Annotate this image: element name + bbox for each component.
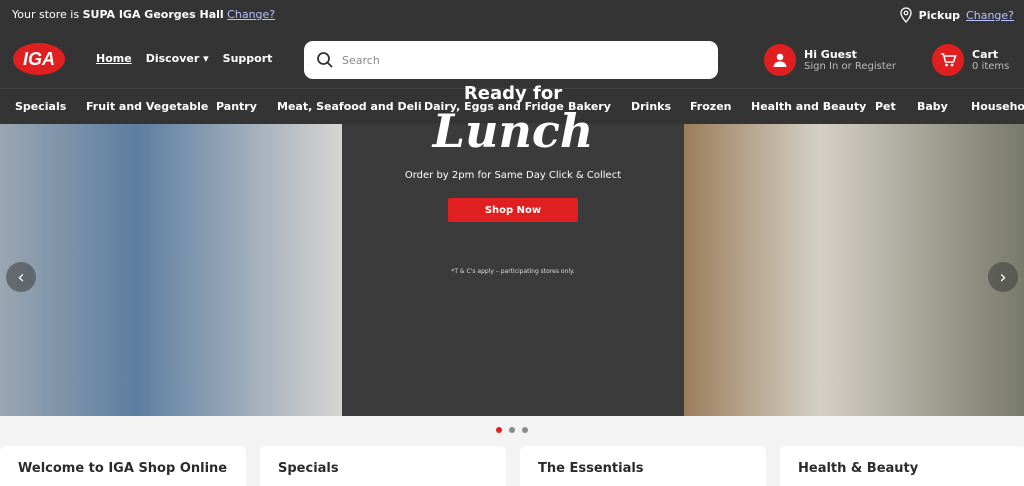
search-bar xyxy=(304,41,718,79)
nav-support[interactable]: Support xyxy=(223,52,273,65)
change-store-link[interactable]: Change? xyxy=(227,8,275,21)
chevron-down-icon: ▾ xyxy=(203,52,209,65)
shop-now-button[interactable]: Shop Now xyxy=(448,198,578,222)
carousel-dot-3[interactable] xyxy=(522,427,528,433)
carousel-dots xyxy=(496,427,528,433)
iga-logo[interactable]: IGA xyxy=(12,42,66,76)
carousel-prev-button[interactable]: ‹ xyxy=(6,262,36,292)
nav-home[interactable]: Home xyxy=(96,52,132,65)
nav-discover-label: Discover xyxy=(145,52,200,65)
user-icon xyxy=(764,44,796,76)
location-pin-icon xyxy=(900,7,912,23)
cart-link[interactable]: Cart 0 items xyxy=(932,44,1009,76)
card-the-essentials[interactable]: The Essentials xyxy=(520,446,766,486)
chevron-left-icon: ‹ xyxy=(17,266,25,288)
cart-icon xyxy=(932,44,964,76)
category-pantry[interactable]: Pantry xyxy=(216,100,257,113)
category-frozen[interactable]: Frozen xyxy=(690,100,732,113)
store-selection: Your store is SUPA IGA Georges Hall Chan… xyxy=(12,8,275,21)
top-info-bar: Your store is SUPA IGA Georges Hall Chan… xyxy=(0,0,1024,30)
category-health-and-beauty[interactable]: Health and Beauty xyxy=(751,100,866,113)
sign-in-register-link[interactable]: Sign In or Register xyxy=(804,61,896,72)
promo-terms: *T & C's apply – participating stores on… xyxy=(451,268,575,275)
cart-title: Cart xyxy=(972,48,999,61)
primary-nav: Home Discover ▾ Support xyxy=(96,52,272,65)
hero-photo-kitchen xyxy=(0,124,342,416)
main-header: IGA Home Discover ▾ Support Hi GuestSign… xyxy=(0,30,1024,88)
account-link[interactable]: Hi Guest Sign In or Register xyxy=(764,44,896,76)
carousel-dot-2[interactable] xyxy=(509,427,515,433)
carousel-dot-1[interactable] xyxy=(496,427,502,433)
promo-headline: Lunch xyxy=(432,104,594,158)
category-fruit-and-vegetable[interactable]: Fruit and Vegetable xyxy=(86,100,208,113)
search-input[interactable] xyxy=(342,50,702,70)
carousel-next-button[interactable]: › xyxy=(988,262,1018,292)
logo-text: IGA xyxy=(23,49,55,69)
chevron-right-icon: › xyxy=(999,266,1007,288)
category-specials[interactable]: Specials xyxy=(15,100,66,113)
category-pet[interactable]: Pet xyxy=(875,100,896,113)
change-pickup-link[interactable]: Change? xyxy=(966,9,1014,22)
store-prefix: Your store is xyxy=(12,8,80,21)
nav-discover[interactable]: Discover ▾ xyxy=(146,52,209,65)
cart-items-count: 0 items xyxy=(972,61,1010,72)
store-name: SUPA IGA Georges Hall xyxy=(82,8,224,21)
category-household[interactable]: Household xyxy=(971,100,1024,113)
pickup-label: Pickup xyxy=(918,8,961,22)
account-title: Hi Guest xyxy=(804,48,857,61)
card-welcome[interactable]: Welcome to IGA Shop Online xyxy=(0,446,246,486)
promo-title: Ready for xyxy=(463,83,563,104)
card-specials[interactable]: Specials xyxy=(260,446,506,486)
promo-subtitle: Order by 2pm for Same Day Click & Collec… xyxy=(404,170,622,181)
pickup-selection: Pickup Change? xyxy=(899,7,1014,23)
card-health-beauty[interactable]: Health & Beauty xyxy=(780,446,1024,486)
search-icon xyxy=(317,52,333,68)
hero-photo-dining xyxy=(684,124,1024,416)
category-baby[interactable]: Baby xyxy=(917,100,948,113)
